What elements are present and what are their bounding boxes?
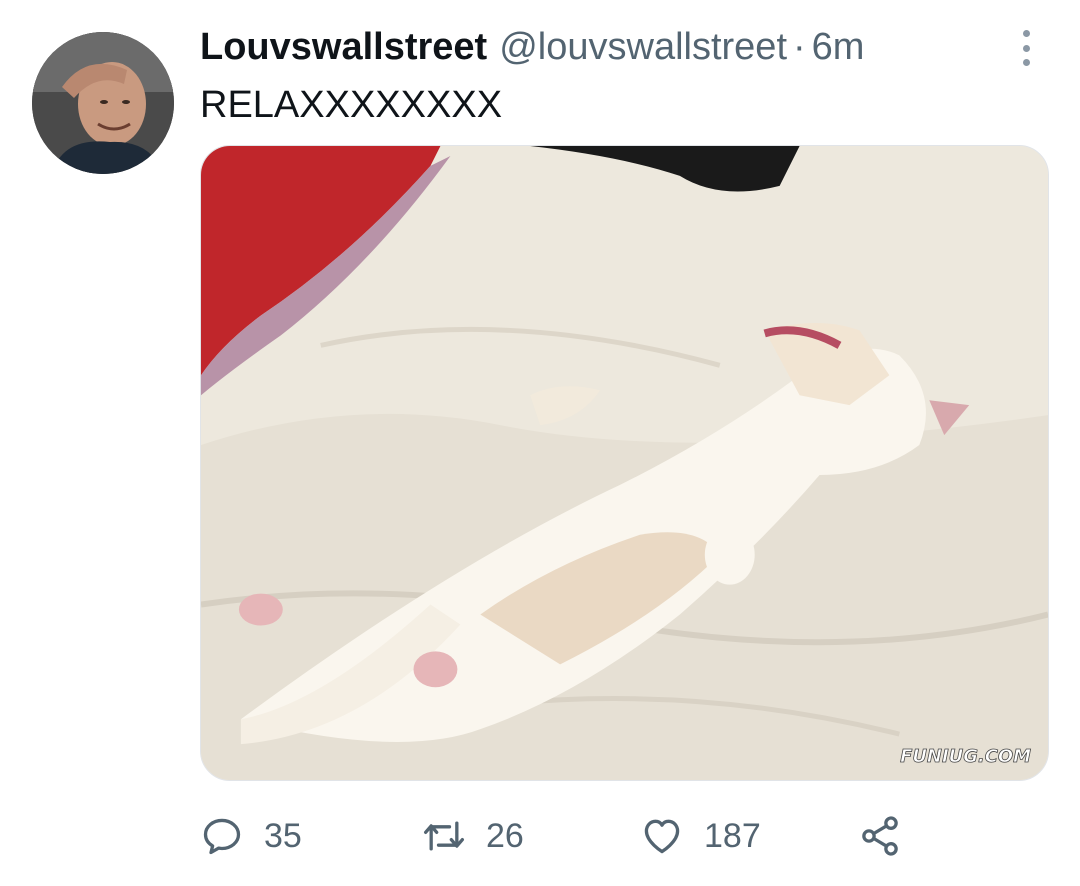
reply-icon	[203, 818, 241, 855]
avatar-photo	[32, 32, 174, 174]
tweet[interactable]: Louvswallstreet @louvswallstreet · 6m RE…	[0, 0, 1080, 886]
more-dot	[1022, 30, 1030, 37]
tweet-text: RELAXXXXXXXX	[200, 84, 503, 126]
tweet-actions: 35 26 187	[200, 806, 940, 866]
header-separator: ·	[793, 26, 806, 68]
image-watermark: FUNIUG.COM	[900, 746, 1031, 767]
more-dot	[1022, 44, 1030, 52]
like-button[interactable]: 187	[640, 806, 761, 866]
tweet-media-image[interactable]: FUNIUG.COM	[200, 145, 1049, 781]
like-count: 187	[704, 816, 761, 855]
tweet-timestamp[interactable]: 6m	[812, 26, 865, 69]
reply-count: 35	[264, 816, 302, 855]
retweet-button[interactable]: 26	[422, 806, 524, 866]
reply-button[interactable]: 35	[200, 806, 302, 866]
retweet-icon	[424, 821, 464, 851]
more-options-icon[interactable]	[1014, 30, 1038, 66]
user-handle[interactable]: @louvswallstreet	[499, 26, 787, 69]
heart-icon	[644, 819, 680, 854]
tweet-header: Louvswallstreet @louvswallstreet · 6m	[200, 26, 864, 74]
cat-photo: FUNIUG.COM	[201, 146, 1048, 780]
avatar[interactable]	[32, 32, 174, 174]
share-button[interactable]	[858, 806, 902, 866]
more-dot	[1022, 59, 1030, 66]
retweet-count: 26	[486, 816, 524, 855]
share-icon	[862, 816, 898, 856]
display-name[interactable]: Louvswallstreet	[200, 26, 487, 69]
